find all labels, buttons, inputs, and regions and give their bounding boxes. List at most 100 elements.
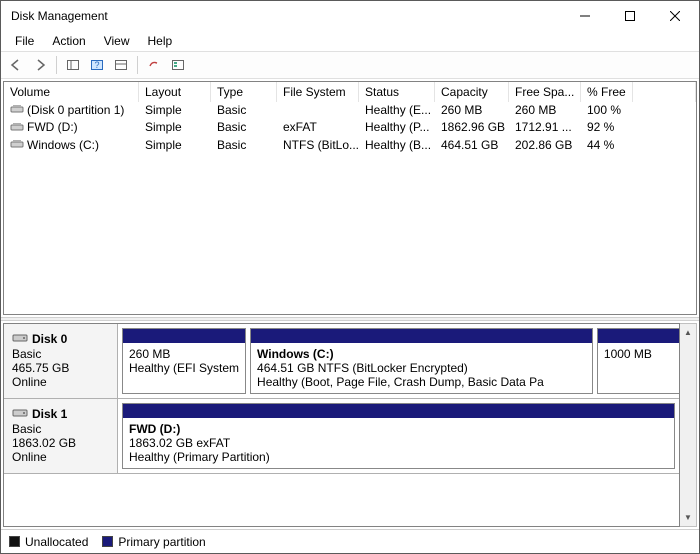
volume-pctfree: 100 % — [581, 102, 633, 119]
scroll-down-icon[interactable]: ▼ — [680, 509, 696, 526]
volume-layout: Simple — [139, 119, 211, 136]
volume-capacity: 260 MB — [435, 102, 509, 119]
volume-status: Healthy (E... — [359, 102, 435, 119]
col-pctfree[interactable]: % Free — [581, 82, 633, 102]
menu-action[interactable]: Action — [44, 32, 93, 50]
disk-size: 465.75 GB — [12, 361, 109, 375]
volume-list: Volume Layout Type File System Status Ca… — [3, 81, 697, 315]
back-button[interactable] — [5, 54, 27, 76]
splitter[interactable] — [1, 317, 699, 321]
window-title: Disk Management — [11, 9, 562, 23]
col-capacity[interactable]: Capacity — [435, 82, 509, 102]
col-volume[interactable]: Volume — [4, 82, 139, 102]
col-status[interactable]: Status — [359, 82, 435, 102]
volume-type: Basic — [211, 137, 277, 154]
show-hide-console-tree-button[interactable] — [62, 54, 84, 76]
volume-type: Basic — [211, 102, 277, 119]
volume-icon — [10, 103, 24, 118]
volume-type: Basic — [211, 119, 277, 136]
legend: Unallocated Primary partition — [1, 529, 699, 553]
partition-line1: 260 MB — [129, 347, 239, 361]
volume-fs — [277, 102, 359, 119]
volume-status: Healthy (P... — [359, 119, 435, 136]
volume-freespace: 260 MB — [509, 102, 581, 119]
menu-help[interactable]: Help — [140, 32, 181, 50]
volume-fs: NTFS (BitLo... — [277, 137, 359, 154]
table-row[interactable]: Windows (C:)SimpleBasicNTFS (BitLo...Hea… — [4, 137, 696, 154]
disk-info[interactable]: Disk 0Basic465.75 GBOnline — [4, 324, 118, 398]
volume-icon — [10, 121, 24, 136]
toolbar-separator — [137, 56, 138, 74]
disk-icon — [12, 332, 28, 347]
disk-row: Disk 0Basic465.75 GBOnline260 MBHealthy … — [4, 324, 679, 399]
volume-capacity: 1862.96 GB — [435, 119, 509, 136]
partition-bar — [598, 329, 680, 343]
scroll-up-icon[interactable]: ▲ — [680, 324, 696, 341]
maximize-button[interactable] — [607, 2, 652, 30]
legend-label-primary: Primary partition — [118, 535, 205, 549]
table-header: Volume Layout Type File System Status Ca… — [4, 82, 696, 102]
partition[interactable]: 1000 MB — [597, 328, 680, 394]
forward-button[interactable] — [29, 54, 51, 76]
table-body[interactable]: (Disk 0 partition 1)SimpleBasicHealthy (… — [4, 102, 696, 314]
volume-freespace: 202.86 GB — [509, 137, 581, 154]
col-type[interactable]: Type — [211, 82, 277, 102]
partition-bar — [123, 329, 245, 343]
partition-title: Windows (C:) — [257, 347, 586, 361]
volume-name: Windows (C:) — [27, 138, 99, 152]
volume-layout: Simple — [139, 102, 211, 119]
partition[interactable]: 260 MBHealthy (EFI System — [122, 328, 246, 394]
toolbar-separator — [56, 56, 57, 74]
partition[interactable]: FWD (D:)1863.02 GB exFATHealthy (Primary… — [122, 403, 675, 469]
disk-row: Disk 1Basic1863.02 GBOnlineFWD (D:)1863.… — [4, 399, 679, 474]
partition-row: 260 MBHealthy (EFI SystemWindows (C:)464… — [118, 324, 679, 398]
disk-size: 1863.02 GB — [12, 436, 109, 450]
table-row[interactable]: (Disk 0 partition 1) SimpleBasic Healthy (… — [4, 102, 696, 119]
help-button[interactable]: ? — [86, 54, 108, 76]
partition-bar — [123, 404, 674, 418]
disk-icon — [12, 407, 28, 422]
disk-kind: Basic — [12, 422, 109, 436]
volume-name: FWD (D:) — [27, 120, 78, 134]
col-layout[interactable]: Layout — [139, 82, 211, 102]
scrollbar[interactable]: ▲ ▼ — [680, 323, 697, 527]
volume-layout: Simple — [139, 137, 211, 154]
disk-name: Disk 0 — [32, 332, 67, 346]
col-freespace[interactable]: Free Spa... — [509, 82, 581, 102]
titlebar: Disk Management — [1, 1, 699, 31]
disk-graphical-view[interactable]: Disk 0Basic465.75 GBOnline260 MBHealthy … — [3, 323, 680, 527]
volume-name: (Disk 0 partition 1) — [27, 103, 124, 117]
partition-line1: 464.51 GB NTFS (BitLocker Encrypted) — [257, 361, 586, 375]
volume-capacity: 464.51 GB — [435, 137, 509, 154]
disk-name: Disk 1 — [32, 407, 67, 421]
volume-fs: exFAT — [277, 119, 359, 136]
menu-view[interactable]: View — [96, 32, 138, 50]
partition-line2: Healthy (Boot, Page File, Crash Dump, Ba… — [257, 375, 586, 389]
partition[interactable]: Windows (C:)464.51 GB NTFS (BitLocker En… — [250, 328, 593, 394]
volume-pctfree: 92 % — [581, 119, 633, 136]
partition-row: FWD (D:)1863.02 GB exFATHealthy (Primary… — [118, 399, 679, 473]
volume-icon — [10, 138, 24, 153]
legend-swatch-unallocated — [9, 536, 20, 547]
table-row[interactable]: FWD (D:) SimpleBasicexFATHealthy (P...186… — [4, 119, 696, 136]
menu-file[interactable]: File — [7, 32, 42, 50]
rescan-disks-button[interactable] — [143, 54, 165, 76]
partition-title: FWD (D:) — [129, 422, 668, 436]
partition-line2: Healthy (Primary Partition) — [129, 450, 668, 464]
legend-label-unallocated: Unallocated — [25, 535, 88, 549]
close-button[interactable] — [652, 2, 697, 30]
refresh-button[interactable] — [110, 54, 132, 76]
menubar: File Action View Help — [1, 31, 699, 51]
toolbar: ? — [1, 51, 699, 79]
disk-info[interactable]: Disk 1Basic1863.02 GBOnline — [4, 399, 118, 473]
view-button[interactable] — [167, 54, 189, 76]
volume-pctfree: 44 % — [581, 137, 633, 154]
partition-line1: 1000 MB — [604, 347, 680, 361]
legend-swatch-primary — [102, 536, 113, 547]
minimize-button[interactable] — [562, 2, 607, 30]
col-filesystem[interactable]: File System — [277, 82, 359, 102]
col-empty[interactable] — [633, 82, 696, 102]
partition-line2: Healthy (EFI System — [129, 361, 239, 375]
partition-bar — [251, 329, 592, 343]
disk-state: Online — [12, 450, 109, 464]
